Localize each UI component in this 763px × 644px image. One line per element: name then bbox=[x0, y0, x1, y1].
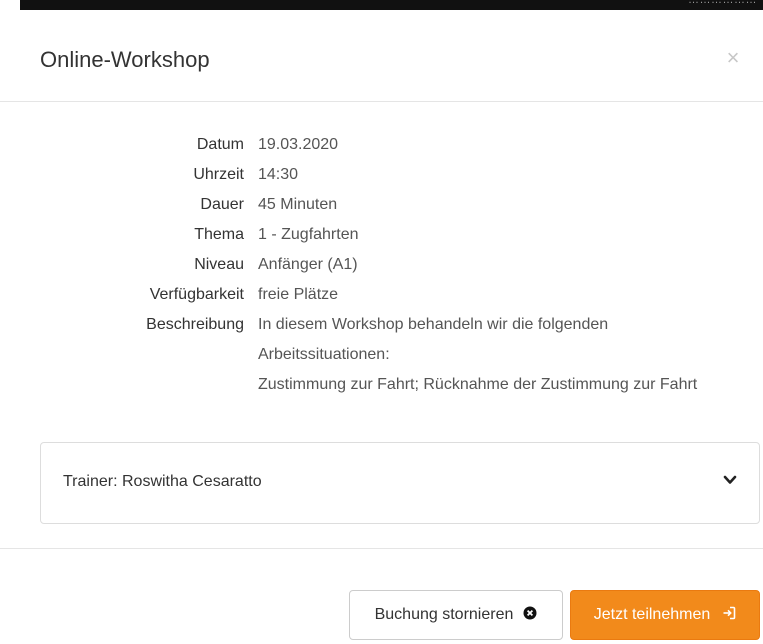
trainer-name: Roswitha Cesaratto bbox=[121, 473, 262, 490]
page-top-bar: ……………… bbox=[20, 0, 763, 10]
detail-value: 1 - Zugfahrten bbox=[258, 226, 359, 243]
workshop-details: Datum 19.03.2020 Uhrzeit 14:30 Dauer 45 … bbox=[0, 130, 763, 400]
trainer-label: Trainer: bbox=[63, 473, 118, 490]
detail-label: Verfügbarkeit bbox=[149, 286, 244, 303]
description-text: In diesem Workshop behandeln wir die fol… bbox=[258, 310, 753, 400]
detail-row-verfuegbarkeit: Verfügbarkeit freie Plätze bbox=[0, 280, 763, 310]
detail-label: Beschreibung bbox=[146, 316, 244, 333]
cancel-booking-button[interactable]: Buchung stornieren bbox=[349, 590, 563, 640]
detail-row-datum: Datum 19.03.2020 bbox=[0, 130, 763, 160]
top-bar-text: ……………… bbox=[688, 0, 757, 6]
detail-row-uhrzeit: Uhrzeit 14:30 bbox=[0, 160, 763, 190]
detail-label: Datum bbox=[196, 136, 244, 153]
trainer-heading: Trainer: Roswitha Cesaratto bbox=[63, 473, 262, 491]
detail-label: Niveau bbox=[194, 256, 244, 273]
detail-value: 19.03.2020 bbox=[258, 136, 339, 153]
modal-header: Online-Workshop × bbox=[0, 10, 763, 102]
footer-divider bbox=[0, 548, 763, 549]
join-now-button[interactable]: Jetzt teilnehmen bbox=[570, 590, 760, 640]
detail-value: freie Plätze bbox=[258, 286, 339, 303]
times-circle-icon bbox=[523, 606, 537, 625]
detail-value: 14:30 bbox=[258, 166, 299, 183]
detail-row-beschreibung: Beschreibung In diesem Workshop behandel… bbox=[0, 310, 763, 400]
modal-title: Online-Workshop bbox=[40, 47, 210, 72]
detail-label: Thema bbox=[194, 226, 244, 243]
detail-label: Uhrzeit bbox=[193, 166, 244, 183]
workshop-modal: Online-Workshop × Datum 19.03.2020 Uhrze… bbox=[0, 10, 763, 644]
detail-row-niveau: Niveau Anfänger (A1) bbox=[0, 250, 763, 280]
chevron-down-icon[interactable] bbox=[723, 473, 737, 487]
sign-in-icon bbox=[722, 606, 736, 625]
description-line: In diesem Workshop behandeln wir die fol… bbox=[258, 316, 609, 333]
cancel-booking-label: Buchung stornieren bbox=[374, 606, 514, 623]
detail-value: Anfänger (A1) bbox=[258, 256, 358, 273]
detail-value: 45 Minuten bbox=[258, 196, 338, 213]
detail-label: Dauer bbox=[200, 196, 244, 213]
detail-row-dauer: Dauer 45 Minuten bbox=[0, 190, 763, 220]
trainer-accordion[interactable]: Trainer: Roswitha Cesaratto bbox=[40, 442, 760, 524]
description-line: Zustimmung zur Fahrt; Rücknahme der Zust… bbox=[258, 376, 698, 393]
description-line: Arbeitssituationen: bbox=[258, 346, 390, 363]
close-button[interactable]: × bbox=[723, 46, 743, 70]
detail-row-thema: Thema 1 - Zugfahrten bbox=[0, 220, 763, 250]
join-now-label: Jetzt teilnehmen bbox=[593, 606, 711, 623]
